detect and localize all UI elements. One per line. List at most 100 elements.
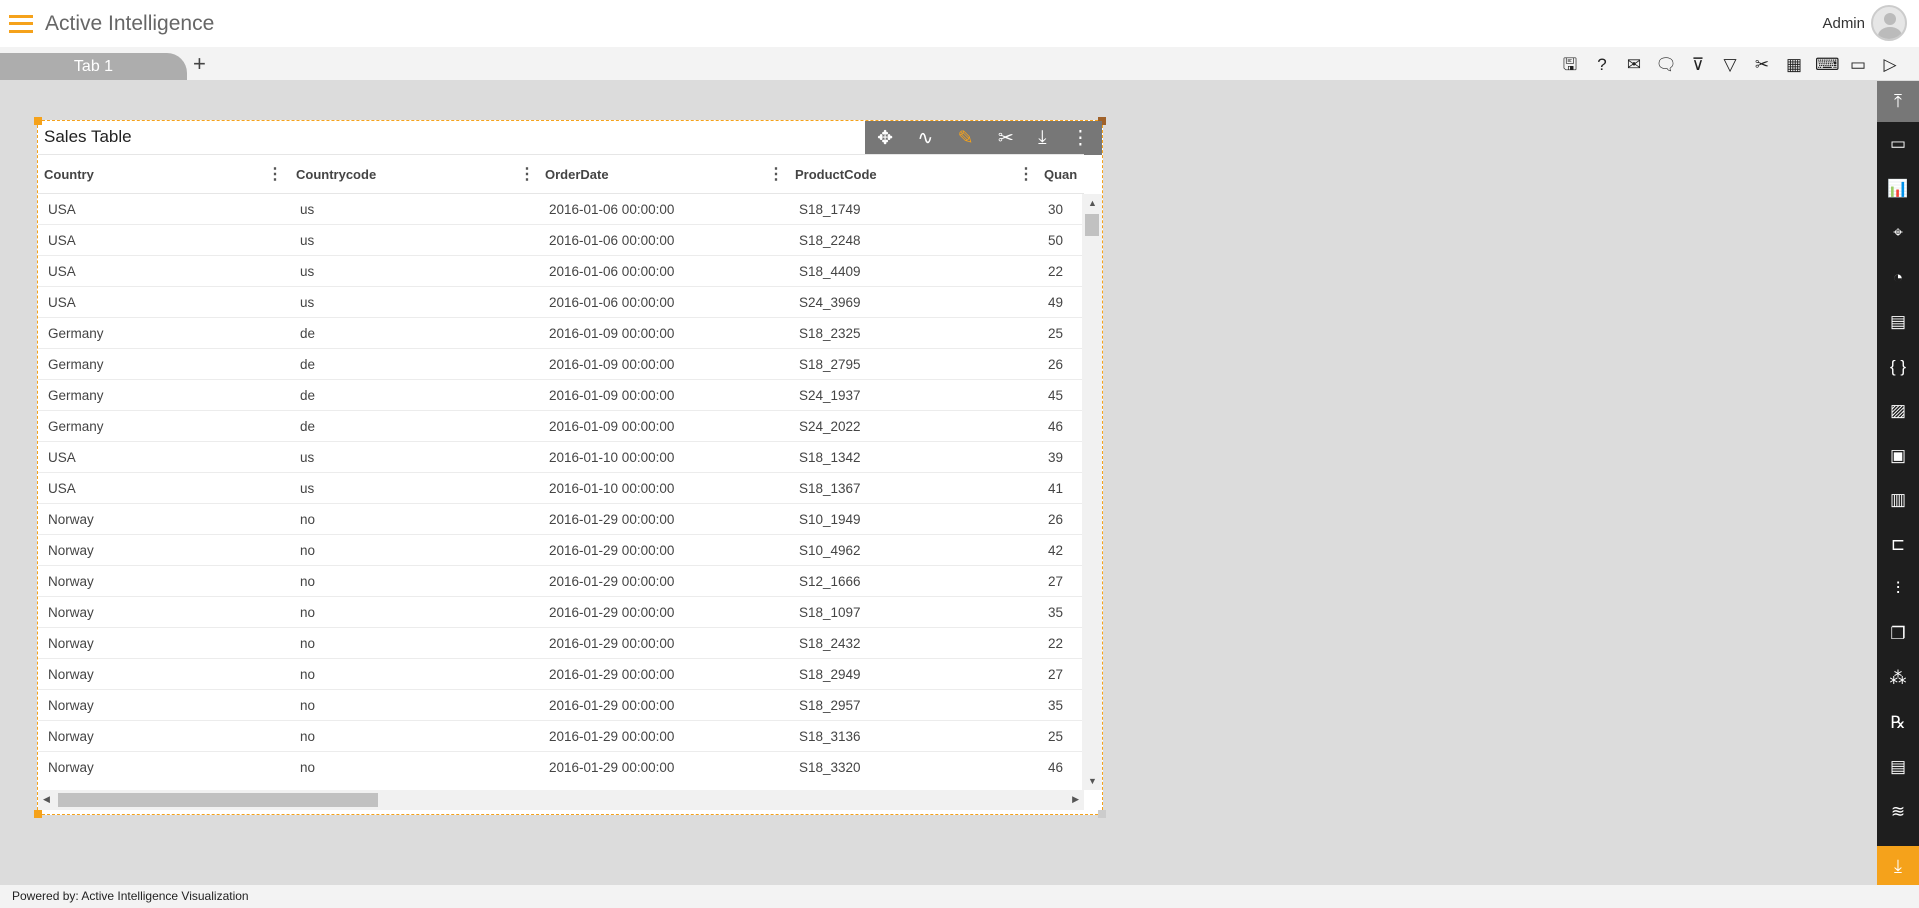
rx-icon[interactable]: ℞: [1877, 701, 1919, 746]
table-cell: Norway: [48, 636, 94, 651]
collapse-down-icon[interactable]: ⤓: [1877, 846, 1919, 886]
column-header[interactable]: OrderDate ⋮: [545, 155, 784, 193]
column-header-label: OrderDate: [545, 167, 609, 182]
scroll-left-icon[interactable]: ◀: [43, 794, 50, 805]
user-menu[interactable]: Admin: [1822, 5, 1907, 41]
resize-handle[interactable]: [34, 810, 42, 818]
map-icon[interactable]: ⌖: [1877, 211, 1919, 256]
save-icon[interactable]: 🖫: [1559, 54, 1581, 76]
column-menu-icon[interactable]: ⋮: [267, 155, 283, 193]
menu-icon[interactable]: [9, 14, 33, 33]
table-cell: us: [300, 233, 315, 248]
mail-icon[interactable]: ✉: [1623, 54, 1645, 76]
table-row[interactable]: Germany de 2016-01-09 00:00:00 S24_1937 45: [38, 380, 1084, 411]
comment-icon[interactable]: 🗨: [1655, 54, 1677, 76]
copy-icon[interactable]: ❐: [1877, 612, 1919, 657]
table-cell: 2016-01-29 00:00:00: [549, 574, 675, 589]
widget-title: Sales Table: [44, 127, 132, 146]
table-row[interactable]: Norway no 2016-01-29 00:00:00 S18_3136 25: [38, 721, 1084, 752]
table-row[interactable]: USA us 2016-01-10 00:00:00 S18_1342 39: [38, 442, 1084, 473]
scroll-right-icon[interactable]: ▶: [1072, 794, 1079, 805]
table-row[interactable]: USA us 2016-01-06 00:00:00 S18_1749 30: [38, 194, 1084, 225]
table-cell: Norway: [48, 667, 94, 682]
collapse-up-icon[interactable]: ⤒: [1877, 81, 1919, 122]
table-row[interactable]: Germany de 2016-01-09 00:00:00 S18_2795 26: [38, 349, 1084, 380]
table-row[interactable]: Germany de 2016-01-09 00:00:00 S24_2022 46: [38, 411, 1084, 442]
tab-1[interactable]: Tab 1: [0, 53, 187, 80]
card-icon[interactable]: ▭: [1877, 122, 1919, 167]
scroll-thumb[interactable]: [1085, 214, 1099, 236]
add-tab-button[interactable]: +: [193, 51, 206, 77]
vertical-scrollbar[interactable]: ▲ ▼: [1082, 194, 1102, 790]
app-header: Active Intelligence Admin: [0, 0, 1919, 47]
column-header[interactable]: Country ⋮: [44, 155, 283, 193]
image-icon[interactable]: ▨: [1877, 389, 1919, 434]
footer: Powered by: Active Intelligence Visualiz…: [0, 885, 1919, 908]
table-cell: 26: [1048, 357, 1064, 372]
table-cell: S10_1949: [799, 512, 861, 527]
move-icon[interactable]: ✥: [877, 127, 893, 150]
table-row[interactable]: Norway no 2016-01-29 00:00:00 S10_4962 42: [38, 535, 1084, 566]
tree-icon[interactable]: ⊏: [1877, 523, 1919, 568]
pie-report-icon[interactable]: ◔: [1877, 256, 1919, 301]
pivot-icon[interactable]: ▣: [1877, 434, 1919, 479]
tools-icon[interactable]: ✂: [1751, 54, 1773, 76]
edit-icon[interactable]: ✎: [958, 127, 974, 150]
table-row[interactable]: Norway no 2016-01-29 00:00:00 S18_3320 46: [38, 752, 1084, 776]
table-row[interactable]: USA us 2016-01-06 00:00:00 S24_3969 49: [38, 287, 1084, 318]
chart-icon[interactable]: 📊: [1877, 167, 1919, 212]
column-menu-icon[interactable]: ⋮: [1018, 155, 1034, 193]
table-row[interactable]: Norway no 2016-01-29 00:00:00 S18_1097 35: [38, 597, 1084, 628]
table-cell: 2016-01-10 00:00:00: [549, 450, 675, 465]
play-icon[interactable]: ▷: [1879, 54, 1901, 76]
table-header: Country ⋮ Countrycode ⋮ OrderDate ⋮ ProductCod…: [38, 154, 1084, 194]
table-row[interactable]: Norway no 2016-01-29 00:00:00 S10_1949 26: [38, 504, 1084, 535]
filter-icon[interactable]: ▽: [1719, 54, 1741, 76]
column-header[interactable]: Quan: [1044, 155, 1084, 193]
document-icon[interactable]: ▤: [1877, 300, 1919, 345]
column-menu-icon[interactable]: ⋮: [519, 155, 535, 193]
more-icon[interactable]: ⋮: [1071, 127, 1090, 150]
link-icon[interactable]: ∿: [917, 127, 933, 150]
scroll-up-icon[interactable]: ▲: [1088, 198, 1097, 208]
code-icon[interactable]: { }: [1877, 345, 1919, 390]
table-row[interactable]: Norway no 2016-01-29 00:00:00 S18_2432 22: [38, 628, 1084, 659]
table-cell: Norway: [48, 512, 94, 527]
layers-icon[interactable]: ≋: [1877, 790, 1919, 835]
table-row[interactable]: USA us 2016-01-10 00:00:00 S18_1367 41: [38, 473, 1084, 504]
scroll-down-icon[interactable]: ▼: [1088, 776, 1097, 786]
bar-chart-icon[interactable]: ⫶: [1877, 567, 1919, 612]
cubes-icon[interactable]: ⁂: [1877, 656, 1919, 701]
devices-icon[interactable]: ▭: [1847, 54, 1869, 76]
resize-handle[interactable]: [34, 117, 42, 125]
table-cell: no: [300, 512, 316, 527]
settings-tools-icon[interactable]: ✂: [998, 127, 1014, 150]
column-menu-icon[interactable]: ⋮: [768, 155, 784, 193]
table-row[interactable]: Norway no 2016-01-29 00:00:00 S18_2949 27: [38, 659, 1084, 690]
horizontal-scrollbar[interactable]: ◀ ▶: [38, 790, 1084, 810]
table-row[interactable]: Norway no 2016-01-29 00:00:00 S12_1666 27: [38, 566, 1084, 597]
table-icon[interactable]: ▦: [1783, 54, 1805, 76]
embed-icon[interactable]: ⌨: [1815, 54, 1840, 76]
calculator-icon[interactable]: ▥: [1877, 478, 1919, 523]
report-icon[interactable]: ▤: [1877, 745, 1919, 790]
table-row[interactable]: Norway no 2016-01-29 00:00:00 S18_2957 35: [38, 690, 1084, 721]
table-cell: S10_4962: [799, 543, 861, 558]
table-cell: no: [300, 698, 316, 713]
table-cell: de: [300, 388, 316, 403]
download-icon[interactable]: ⤓: [1038, 127, 1046, 149]
column-header[interactable]: ProductCode ⋮: [795, 155, 1034, 193]
help-icon[interactable]: ?: [1591, 54, 1613, 76]
table-cell: 22: [1048, 264, 1064, 279]
column-header[interactable]: Countrycode ⋮: [296, 155, 535, 193]
table-cell: USA: [48, 202, 76, 217]
table-row[interactable]: USA us 2016-01-06 00:00:00 S18_4409 22: [38, 256, 1084, 287]
resize-handle[interactable]: [1098, 810, 1106, 818]
scroll-thumb[interactable]: [58, 793, 378, 807]
sales-table-widget: Sales Table ✥ ∿ ✎ ✂ ⤓ ⋮ Country ⋮ Countryc…: [34, 117, 1106, 818]
table-cell: us: [300, 450, 315, 465]
table-row[interactable]: Germany de 2016-01-09 00:00:00 S18_2325 25: [38, 318, 1084, 349]
clear-filter-icon[interactable]: ⊽: [1687, 54, 1709, 76]
table-row[interactable]: USA us 2016-01-06 00:00:00 S18_2248 50: [38, 225, 1084, 256]
avatar[interactable]: [1871, 5, 1907, 41]
